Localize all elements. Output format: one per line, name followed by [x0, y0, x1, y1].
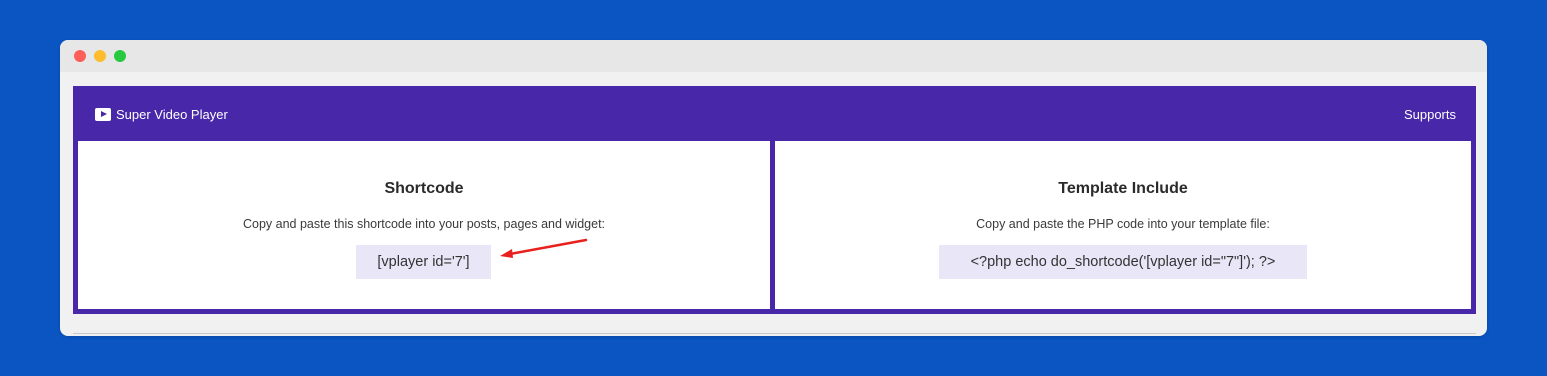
- plugin-header: Super Video Player Supports: [73, 86, 1476, 140]
- brand[interactable]: Super Video Player: [95, 107, 228, 122]
- shortcode-code[interactable]: [vplayer id='7']: [356, 245, 491, 279]
- shortcode-panel: Shortcode Copy and paste this shortcode …: [78, 141, 770, 309]
- divider: [73, 333, 1476, 334]
- window-titlebar: [60, 40, 1487, 72]
- plugin-container: Super Video Player Supports Shortcode Co…: [73, 86, 1476, 314]
- maximize-window-button[interactable]: [114, 50, 126, 62]
- template-include-description: Copy and paste the PHP code into your te…: [976, 217, 1270, 231]
- supports-link[interactable]: Supports: [1404, 107, 1456, 122]
- shortcode-title: Shortcode: [384, 180, 464, 197]
- play-icon: [95, 108, 111, 121]
- template-include-panel: Template Include Copy and paste the PHP …: [775, 141, 1471, 309]
- red-arrow-icon: [500, 238, 588, 258]
- close-window-button[interactable]: [74, 50, 86, 62]
- browser-window: Super Video Player Supports Shortcode Co…: [60, 40, 1487, 336]
- minimize-window-button[interactable]: [94, 50, 106, 62]
- template-include-title: Template Include: [1058, 180, 1188, 197]
- shortcode-description: Copy and paste this shortcode into your …: [242, 217, 606, 231]
- brand-label: Super Video Player: [116, 107, 228, 122]
- template-include-code[interactable]: <?php echo do_shortcode('[vplayer id="7"…: [939, 245, 1307, 279]
